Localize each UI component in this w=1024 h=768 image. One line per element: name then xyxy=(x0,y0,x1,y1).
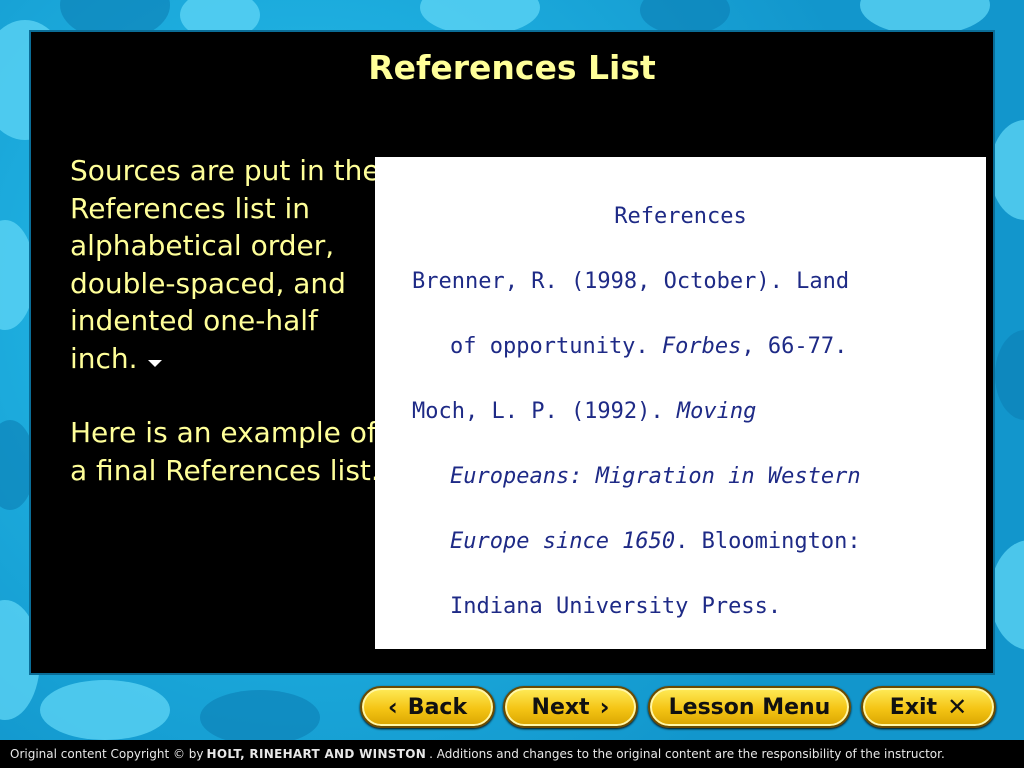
explanation-paragraph-2: Here is an example of a final References… xyxy=(70,416,380,487)
lesson-menu-button[interactable]: Lesson Menu xyxy=(648,686,851,728)
chevron-right-icon: › xyxy=(599,693,610,721)
reference-entry-1-line-1: Brenner, R. (1998, October). Land xyxy=(412,269,850,294)
reference-entry-2-line-3: Europe since 1650. Bloomington: xyxy=(450,529,861,554)
book-title-start: Moving xyxy=(676,399,757,424)
next-button[interactable]: Next › xyxy=(503,686,638,728)
reference-entry-2-line-2: Europeans: Migration in Western xyxy=(450,464,861,489)
lesson-menu-button-label: Lesson Menu xyxy=(668,694,831,720)
reference-entry-2-line-4: Indiana University Press. xyxy=(450,594,782,619)
journal-title: Forbes xyxy=(661,334,742,359)
copyright-footer: Original content Copyright © by HOLT, RI… xyxy=(0,740,1024,768)
reference-entry-2-line-1: Moch, L. P. (1992). Moving xyxy=(412,399,757,424)
exit-button-label: Exit xyxy=(889,694,938,720)
exit-button[interactable]: Exit ✕ xyxy=(861,686,996,728)
chevron-left-icon: ‹ xyxy=(387,693,398,721)
references-heading: References xyxy=(614,204,747,229)
slide-title: References List xyxy=(368,48,656,87)
close-icon: ✕ xyxy=(947,693,968,721)
copyright-prefix: Original content Copyright © by xyxy=(10,747,204,761)
explanation-text: Sources are put in the References list i… xyxy=(70,152,380,489)
publisher-name: HOLT, RINEHART AND WINSTON xyxy=(206,747,427,761)
back-button[interactable]: ‹ Back xyxy=(360,686,495,728)
next-button-label: Next xyxy=(531,694,590,720)
explanation-paragraph-1: Sources are put in the References list i… xyxy=(70,152,380,377)
reference-entry-1-line-2: of opportunity. Forbes, 66-77. xyxy=(450,334,848,359)
down-arrow-icon xyxy=(147,360,162,367)
copyright-suffix: . Additions and changes to the original … xyxy=(429,747,945,761)
back-button-label: Back xyxy=(407,694,468,720)
explanation-paragraph-1-text: Sources are put in the References list i… xyxy=(70,154,380,375)
references-example-box: References Brenner, R. (1998, October). … xyxy=(375,157,986,649)
